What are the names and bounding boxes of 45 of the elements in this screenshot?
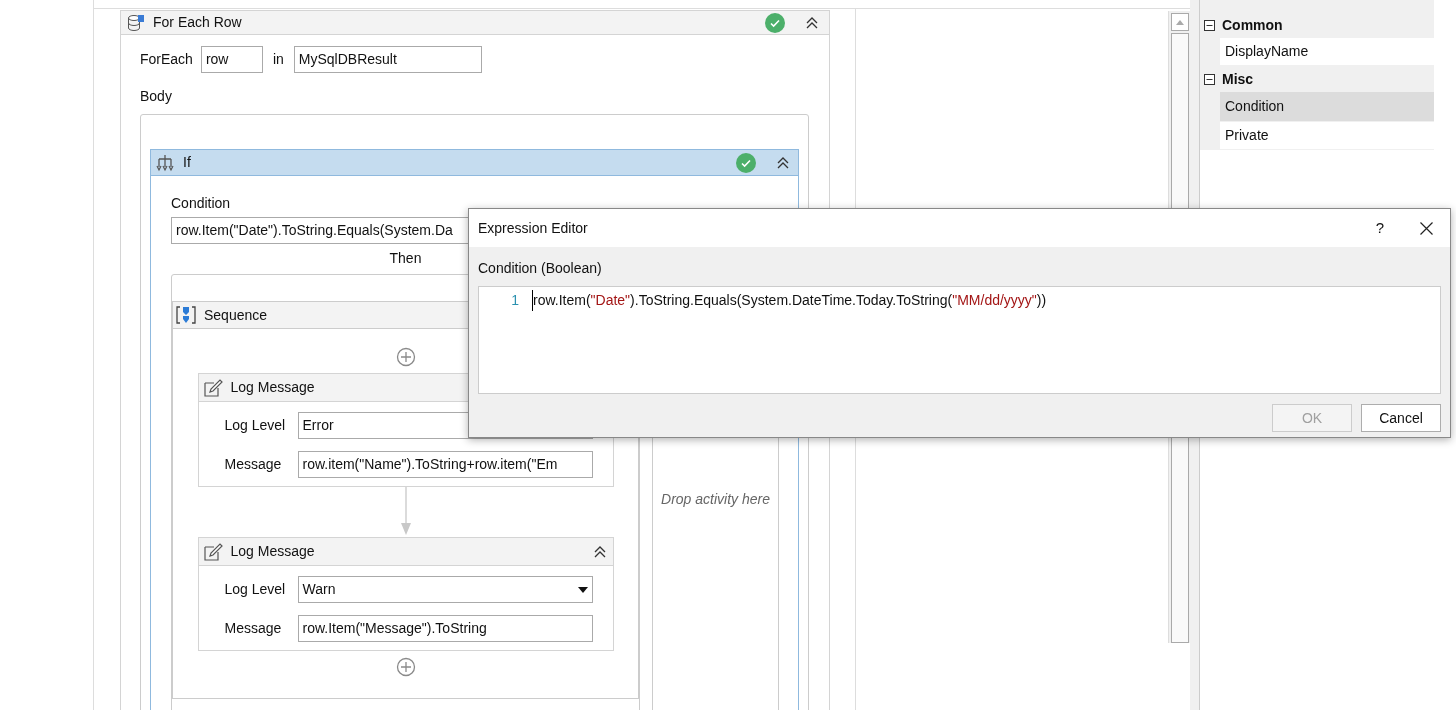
field-label: Log Level [224, 416, 287, 435]
help-button[interactable]: ? [1358, 213, 1402, 243]
field-label: Condition (Boolean) [478, 259, 602, 278]
property-category: Common [1222, 15, 1283, 35]
close-icon [1419, 221, 1433, 235]
add-activity-icon[interactable] [395, 657, 416, 677]
field-label: Message [224, 455, 283, 474]
property-row[interactable]: DisplayName [1220, 38, 1434, 66]
collapse-icon[interactable] [776, 156, 790, 169]
property-row[interactable]: Private [1220, 122, 1434, 150]
field-label: ForEach [140, 50, 193, 69]
pencil-note-icon [202, 541, 223, 562]
drop-hint: Drop activity here [661, 490, 770, 509]
item-field[interactable]: row [200, 46, 263, 73]
source-field[interactable]: MySqlDBResult [293, 46, 482, 73]
collapse-icon[interactable] [592, 545, 607, 558]
message-field[interactable]: row.item("Name").ToString+row.item("Em [297, 451, 593, 478]
line-number: 1 [510, 291, 520, 310]
activity-title: For Each Row [153, 13, 242, 32]
collapse-icon[interactable] [805, 16, 819, 29]
code-editor[interactable]: 1 row.Item("Date").ToString.Equals(System.DateTime.Today.ToString("MM/dd/yyyy")) [478, 286, 1441, 394]
add-activity-icon[interactable] [395, 347, 416, 367]
field-label: Body [140, 87, 172, 106]
message-field[interactable]: row.Item("Message").ToString [297, 615, 593, 642]
pencil-note-icon [202, 377, 223, 398]
dialog-title: Expression Editor [478, 218, 588, 238]
log-level-dropdown[interactable]: Warn [297, 576, 593, 603]
activity-title: If [183, 153, 191, 172]
activity-title: Sequence [204, 305, 268, 325]
branch-icon [155, 153, 175, 172]
activity-title: Log Message [230, 542, 315, 561]
sequence-icon [176, 305, 196, 325]
code-line: row.Item("Date").ToString.Equals(System.DateTime.Today.ToString("MM/dd/yyyy")) [532, 290, 1047, 311]
dropdown-arrow-icon [577, 586, 588, 593]
field-label: Log Level [224, 580, 287, 599]
field-label: Message [224, 619, 283, 638]
branch-label: Then [389, 249, 422, 268]
property-row[interactable]: Condition [1220, 92, 1434, 122]
dialog-button[interactable]: Cancel [1361, 404, 1441, 432]
field-label: in [272, 50, 284, 69]
field-label: Condition [171, 194, 231, 213]
activity-title: Log Message [230, 378, 315, 397]
property-category: Misc [1222, 69, 1254, 89]
collapse-box-icon[interactable] [1204, 19, 1215, 31]
collapse-box-icon[interactable] [1204, 73, 1215, 85]
